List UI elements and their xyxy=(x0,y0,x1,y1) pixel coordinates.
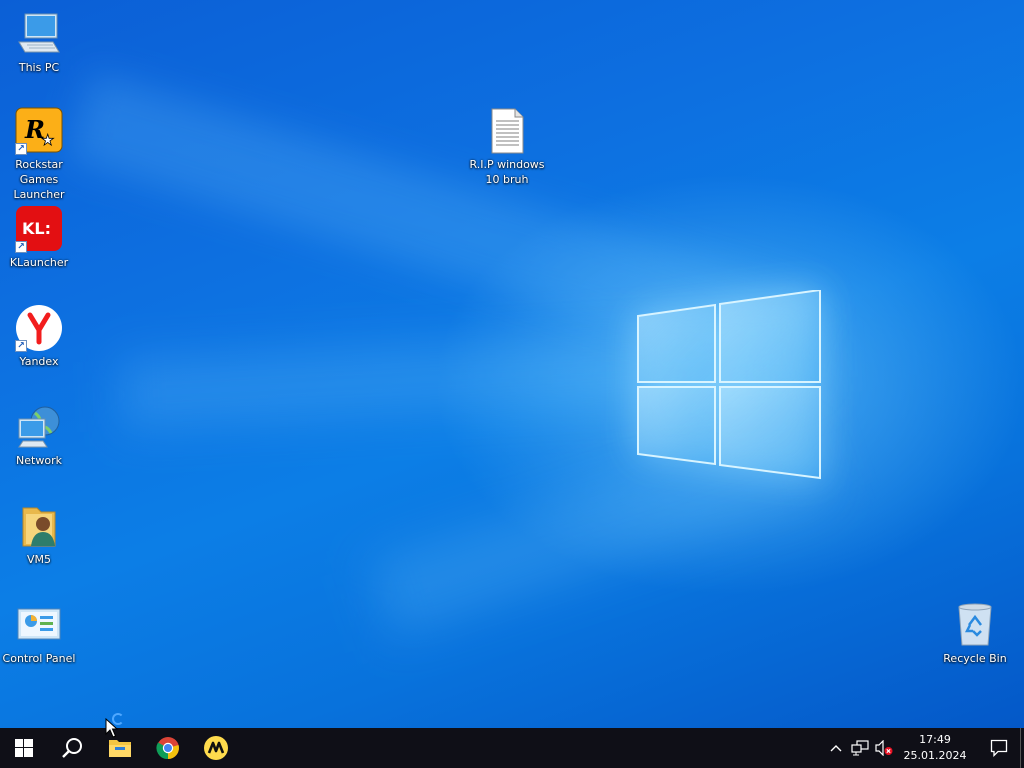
search-button[interactable] xyxy=(48,728,96,768)
taskbar: 17:49 25.01.2024 xyxy=(0,728,1024,768)
desktop-icon-label: Recycle Bin xyxy=(943,652,1007,665)
network-icon xyxy=(15,403,63,451)
desktop-icon-network[interactable]: Network xyxy=(0,403,80,468)
desktop-icon-label: Yandex xyxy=(19,355,59,368)
desktop-icon-klauncher[interactable]: KL: ↗ KLauncher xyxy=(0,205,80,270)
action-center-button[interactable] xyxy=(978,728,1020,768)
system-tray: 17:49 25.01.2024 xyxy=(824,728,1024,768)
show-desktop-button[interactable] xyxy=(1020,728,1024,768)
desktop-icon-control-panel[interactable]: Control Panel xyxy=(0,601,80,666)
yandex-icon: ↗ xyxy=(15,304,63,352)
svg-text:★: ★ xyxy=(41,131,54,149)
clock-time: 17:49 xyxy=(919,733,951,746)
shortcut-arrow-icon: ↗ xyxy=(15,241,27,253)
taskbar-yandex-music[interactable] xyxy=(192,728,240,768)
start-icon xyxy=(15,739,33,757)
klauncher-badge: KL: xyxy=(22,219,51,238)
clock-date: 25.01.2024 xyxy=(903,749,967,762)
start-button[interactable] xyxy=(0,728,48,768)
desktop-icon-this-pc[interactable]: This PC xyxy=(0,10,80,75)
windows-logo-wallpaper xyxy=(637,290,821,480)
desktop-icon-vm5[interactable]: VM5 xyxy=(0,502,80,567)
shortcut-arrow-icon: ↗ xyxy=(15,143,27,155)
user-folder-icon xyxy=(15,502,63,550)
desktop-icon-label: VM5 xyxy=(26,553,51,566)
text-document-icon xyxy=(483,107,531,155)
desktop-icon-yandex[interactable]: ↗ Yandex xyxy=(0,304,80,369)
desktop-icon-label: Network xyxy=(16,454,62,467)
desktop-icon-recycle-bin[interactable]: Recycle Bin xyxy=(934,601,1016,666)
volume-button[interactable] xyxy=(872,728,896,768)
klauncher-icon: KL: ↗ xyxy=(15,205,63,253)
network-status-button[interactable] xyxy=(848,728,872,768)
taskbar-chrome[interactable] xyxy=(144,728,192,768)
desktop[interactable]: This PC R ★ ↗ Rockstar Games Launcher KL… xyxy=(0,0,1024,728)
shortcut-arrow-icon: ↗ xyxy=(15,340,27,352)
desktop-icon-label: Control Panel xyxy=(2,652,76,665)
taskbar-clock[interactable]: 17:49 25.01.2024 xyxy=(900,732,970,764)
recycle-bin-icon xyxy=(951,601,999,649)
search-icon xyxy=(62,738,82,758)
computer-icon xyxy=(15,10,63,58)
chevron-up-icon xyxy=(830,745,842,752)
desktop-icon-label: KLauncher xyxy=(9,256,69,269)
file-explorer-icon xyxy=(109,740,131,757)
desktop-icon-label: This PC xyxy=(18,61,60,74)
volume-muted-icon xyxy=(875,740,893,756)
rockstar-icon: R ★ ↗ xyxy=(15,107,63,155)
notification-icon xyxy=(990,739,1008,757)
show-hidden-icons-button[interactable] xyxy=(824,728,848,768)
chrome-icon xyxy=(156,737,179,760)
desktop-icon-rockstar-games-launcher[interactable]: R ★ ↗ Rockstar Games Launcher xyxy=(0,107,80,202)
desktop-icon-label: Rockstar Games Launcher xyxy=(13,158,65,201)
mouse-cursor-icon xyxy=(105,718,118,738)
yandex-music-icon xyxy=(204,736,228,760)
control-panel-icon xyxy=(15,601,63,649)
desktop-icon-label: R.I.P windows 10 bruh xyxy=(469,158,545,186)
taskbar-file-explorer[interactable] xyxy=(96,728,144,768)
desktop-icon-text-document[interactable]: R.I.P windows 10 bruh xyxy=(466,107,548,187)
network-status-icon xyxy=(851,740,869,756)
